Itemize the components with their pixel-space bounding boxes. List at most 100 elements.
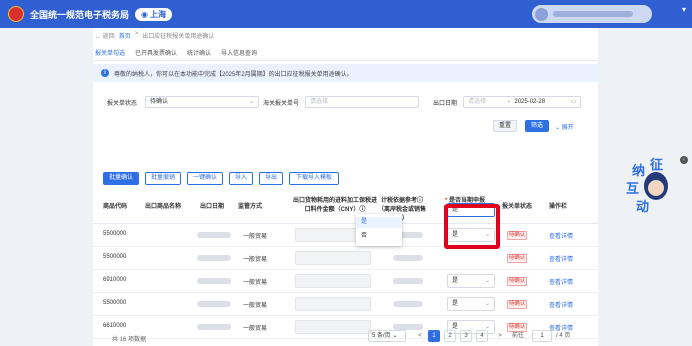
chevron-down-icon: ⌄: [484, 301, 490, 307]
breadcrumb-home[interactable]: 首页: [119, 31, 131, 40]
back-link[interactable]: ← 返回: [95, 31, 115, 40]
expand-toggle[interactable]: ⌄ 展开: [555, 122, 574, 131]
cell-date-redacted: [197, 278, 231, 284]
mascot-char: 征: [650, 157, 664, 172]
mascot-char: 互: [626, 181, 640, 196]
status-filter-label: 报关单状态: [107, 101, 138, 107]
notice-text: 尊敬的纳税人，你可以在本功能中完成【2025年2月属期】的出口应征税报关单用途确…: [114, 71, 353, 78]
view-detail-link[interactable]: 查看详情: [549, 254, 573, 263]
status-filter-select[interactable]: 待确认 ⌄: [145, 96, 259, 108]
cell-date-redacted: [197, 255, 231, 261]
view-detail-link[interactable]: 查看详情: [549, 231, 573, 240]
table-row: 5500000 一般贸易 待确认 查看详情: [93, 247, 598, 270]
total-pages: / 4 页: [556, 333, 571, 339]
region-label: 上海: [150, 9, 166, 19]
cell-method: 一般贸易: [243, 303, 268, 309]
cell-tax-basis-redacted: [393, 255, 423, 261]
prev-page-button[interactable]: <: [414, 330, 426, 342]
current-period-select[interactable]: 是 ⌄: [447, 297, 495, 311]
export-date-range[interactable]: 请选择 - 2025-02-28 ▭: [463, 96, 581, 108]
customs-no-input[interactable]: 请选择: [305, 96, 419, 108]
cell-code: 5500000: [103, 300, 127, 306]
export-date-label: 出口日期: [433, 101, 458, 107]
current-period-select[interactable]: 是 ⌄: [447, 274, 495, 288]
view-detail-link[interactable]: 查看详情: [549, 277, 573, 286]
batch-confirm-button[interactable]: 批量确认: [103, 172, 139, 185]
table-row: 5500000 一般贸易 是 ⌄ 待确认 查看详情: [93, 224, 598, 247]
bonded-amount-input[interactable]: [295, 274, 371, 288]
cell-code: 5500000: [103, 231, 127, 237]
app-title: 全国统一规范电子税务局: [30, 9, 130, 20]
col-method: 监管方式: [237, 204, 262, 210]
cell-tax-basis-redacted: [393, 278, 423, 284]
mascot-face-icon: [648, 180, 664, 196]
one-click-confirm-button[interactable]: 一键确认: [187, 172, 223, 185]
cell-code: 6910000: [103, 277, 127, 283]
mascot-char: 动: [636, 199, 650, 214]
mascot-char: 纳: [632, 163, 646, 178]
avatar: [535, 7, 548, 21]
page-1[interactable]: 1: [428, 330, 440, 342]
chevron-down-icon: ⌄: [484, 278, 490, 284]
search-button[interactable]: 筛选: [525, 120, 549, 132]
main-panel: ← 返回 首页 > 出口应征税报关单用途确认 报关单勾选 已开具发票确认 统计确…: [93, 28, 598, 346]
breadcrumb: ← 返回 首页 > 出口应征税报关单用途确认: [95, 31, 214, 40]
calendar-icon: ▭: [570, 99, 576, 105]
next-page-button[interactable]: >: [494, 330, 506, 342]
table-header: 商品代码 出口商品名称 出口日期 监管方式 出口货物耗用的进料加工保税进口料件金…: [93, 191, 598, 224]
region-selector[interactable]: ◉ 上海: [135, 7, 172, 21]
download-template-button[interactable]: 下载导入模板: [289, 172, 339, 185]
date-start-placeholder: 请选择: [468, 99, 487, 105]
back-arrow-icon: ←: [95, 34, 101, 40]
option-yes[interactable]: 是: [356, 217, 402, 228]
import-button[interactable]: 导入: [229, 172, 253, 185]
col-code: 商品代码: [102, 204, 127, 210]
status-badge: 待确认: [507, 300, 527, 309]
page-3[interactable]: 3: [460, 330, 472, 342]
col-bonded-amount: 出口货物耗用的进料加工保税进口料件金额（CNY）ⓘ: [293, 198, 378, 213]
cell-method: 一般贸易: [243, 257, 268, 263]
cell-date-redacted: [197, 324, 231, 330]
notice-banner: i 尊敬的纳税人，你可以在本功能中完成【2025年2月属期】的出口应征税报关单用…: [93, 64, 598, 82]
page-size-select[interactable]: 5 条/页 ⌄: [368, 330, 406, 342]
side-collapse-icon[interactable]: ‹: [680, 156, 688, 164]
col-operation: 操作栏: [548, 204, 567, 210]
export-button[interactable]: 导出: [259, 172, 283, 185]
bonded-amount-input[interactable]: [295, 320, 371, 334]
cell-method: 一般贸易: [243, 280, 268, 286]
cell-date-redacted: [197, 301, 231, 307]
view-detail-link[interactable]: 查看详情: [549, 300, 573, 309]
chevron-down-icon: ⌄: [555, 125, 561, 131]
status-badge: 待确认: [507, 231, 527, 240]
col-name: 出口商品名称: [144, 204, 181, 210]
goto-page-input[interactable]: 1: [532, 330, 552, 342]
chevron-down-icon[interactable]: ▾: [682, 5, 686, 14]
annotation-highlight-box: [444, 204, 500, 249]
national-emblem-icon: [8, 6, 24, 22]
option-no[interactable]: 否: [356, 231, 402, 242]
cell-code: 6610000: [103, 323, 127, 329]
table-row: 6910000 一般贸易 是 ⌄ 待确认 查看详情: [93, 270, 598, 293]
tab-divider: [93, 60, 598, 61]
location-pin-icon: ◉: [141, 9, 148, 19]
breadcrumb-separator: >: [134, 31, 139, 37]
user-menu[interactable]: [532, 5, 652, 23]
page-4[interactable]: 4: [476, 330, 488, 342]
select-value: 是: [452, 278, 459, 284]
cell-tax-basis-redacted: [393, 301, 423, 307]
customs-no-placeholder: 请选择: [310, 99, 329, 105]
choice-dropdown: 是 否: [356, 214, 402, 246]
total-count: 共 16 项数据: [112, 337, 147, 343]
breadcrumb-current: 出口应征税报关单用途确认: [142, 34, 215, 40]
bonded-amount-input[interactable]: [295, 297, 371, 311]
assistant-mascot[interactable]: 纳 征 互 动: [622, 156, 686, 216]
status-filter-value: 待确认: [150, 99, 169, 105]
reset-button[interactable]: 重置: [493, 120, 517, 132]
batch-revoke-button[interactable]: 批量撤销: [145, 172, 181, 185]
select-value: 是: [452, 301, 459, 307]
cell-method: 一般贸易: [243, 234, 268, 240]
page-2[interactable]: 2: [444, 330, 456, 342]
cell-method: 一般贸易: [243, 326, 268, 332]
date-separator: -: [507, 99, 510, 105]
bonded-amount-input[interactable]: [295, 251, 371, 265]
